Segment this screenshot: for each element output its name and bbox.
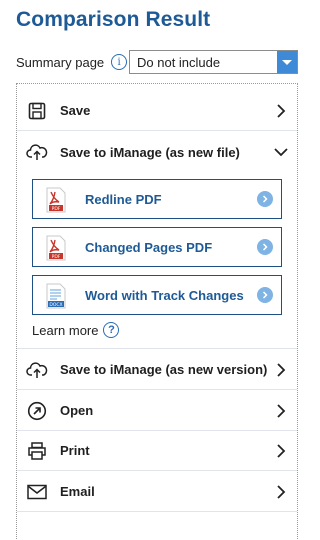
print-label: Print [60, 443, 90, 458]
dropdown-arrow-icon[interactable] [277, 51, 297, 73]
redline-pdf-button[interactable]: PDF Redline PDF [32, 179, 282, 219]
page-title: Comparison Result [16, 8, 211, 31]
go-arrow-icon [257, 287, 273, 303]
save-imanage-new-file-label: Save to iManage (as new file) [60, 144, 240, 160]
summary-page-label: Summary page [16, 54, 105, 70]
changed-pages-pdf-label: Changed Pages PDF [85, 239, 213, 255]
learn-more-link[interactable]: Learn more ? [32, 322, 120, 338]
save-imanage-new-file-row[interactable]: Save to iManage (as new file) [17, 132, 297, 172]
go-arrow-icon [257, 191, 273, 207]
actions-panel: Save Save to iManage (as new file) PDF R… [16, 83, 298, 540]
docx-file-icon: DOCX [46, 283, 66, 309]
cloud-upload-icon [26, 141, 48, 163]
go-arrow-icon [257, 239, 273, 255]
save-icon [26, 100, 48, 122]
printer-icon [26, 440, 48, 462]
cloud-upload-icon [26, 359, 48, 381]
svg-text:PDF: PDF [52, 254, 61, 260]
pdf-file-icon: PDF [46, 235, 66, 261]
word-track-changes-button[interactable]: DOCX Word with Track Changes [32, 275, 282, 315]
word-track-changes-label: Word with Track Changes [85, 287, 244, 303]
chevron-right-icon [277, 403, 286, 418]
print-row[interactable]: Print [17, 431, 297, 471]
email-label: Email [60, 484, 95, 499]
help-icon[interactable]: ? [103, 322, 120, 338]
chevron-right-icon [277, 103, 286, 118]
chevron-right-icon [277, 443, 286, 458]
redline-pdf-label: Redline PDF [85, 191, 162, 207]
save-label: Save [60, 103, 91, 118]
email-icon [26, 481, 48, 503]
open-row[interactable]: Open [17, 391, 297, 431]
summary-page-row: Summary page i Do not include [16, 50, 298, 74]
open-label: Open [60, 403, 94, 418]
divider [17, 348, 297, 349]
pdf-file-icon: PDF [46, 187, 66, 213]
save-row[interactable]: Save [17, 91, 297, 131]
save-imanage-new-version-row[interactable]: Save to iManage (as new version) [17, 350, 297, 390]
svg-text:PDF: PDF [52, 206, 61, 212]
chevron-right-icon [277, 484, 286, 499]
svg-text:DOCX: DOCX [49, 302, 62, 308]
info-icon[interactable]: i [111, 54, 128, 70]
chevron-down-icon [274, 148, 288, 157]
summary-page-select-value: Do not include [137, 54, 221, 70]
changed-pages-pdf-button[interactable]: PDF Changed Pages PDF [32, 227, 282, 267]
chevron-right-icon [277, 362, 286, 377]
summary-page-select[interactable]: Do not include [129, 50, 298, 74]
learn-more-label: Learn more [32, 322, 99, 338]
save-imanage-new-version-label: Save to iManage (as new version) [60, 362, 268, 377]
open-external-icon [26, 400, 48, 422]
email-row[interactable]: Email [17, 472, 297, 512]
